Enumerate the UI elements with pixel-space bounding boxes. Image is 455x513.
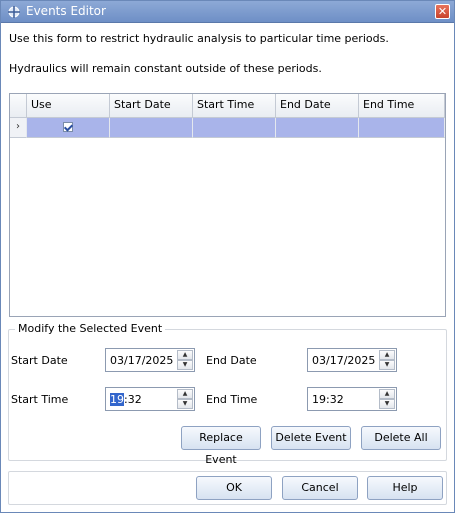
end-time-label: End Time	[206, 393, 258, 406]
start-time-hour-selected[interactable]: 19	[110, 393, 124, 406]
window-title: Events Editor	[26, 4, 106, 18]
spin-down-icon[interactable]: ▼	[379, 399, 395, 409]
start-time-value[interactable]: 19:32	[110, 393, 142, 406]
spin-up-icon[interactable]: ▲	[379, 350, 395, 360]
row-header-corner	[10, 94, 27, 118]
modify-event-title: Modify the Selected Event	[15, 322, 166, 335]
start-date-spinner[interactable]: ▲ ▼	[177, 350, 193, 370]
spin-down-icon[interactable]: ▼	[379, 360, 395, 370]
end-time-value[interactable]: 19:32	[312, 393, 344, 406]
grid-header: Use Start Date Start Time End Date End T…	[10, 94, 445, 118]
end-date-spinner[interactable]: ▲ ▼	[379, 350, 395, 370]
row-pointer-icon: ›	[10, 118, 27, 138]
start-date-picker[interactable]: 03/17/2025 ▲ ▼	[105, 348, 195, 372]
start-time-spinner[interactable]: ▲ ▼	[177, 389, 193, 409]
start-date-value[interactable]: 03/17/2025	[110, 354, 173, 367]
spin-up-icon[interactable]: ▲	[177, 350, 193, 360]
title-bar[interactable]: Events Editor ✕	[1, 1, 454, 23]
spin-up-icon[interactable]: ▲	[379, 389, 395, 399]
end-time-spinner[interactable]: ▲ ▼	[379, 389, 395, 409]
end-date-value[interactable]: 03/17/2025	[312, 354, 375, 367]
intro-text-2: Hydraulics will remain constant outside …	[9, 62, 322, 75]
replace-event-button[interactable]: Replace Event	[181, 426, 261, 466]
start-date-label: Start Date	[11, 354, 68, 367]
column-header-end-date[interactable]: End Date	[276, 94, 359, 118]
start-time-label: Start Time	[11, 393, 69, 406]
spin-down-icon[interactable]: ▼	[177, 360, 193, 370]
events-grid[interactable]: Use Start Date Start Time End Date End T…	[9, 93, 446, 317]
end-time-picker[interactable]: 19:32 ▲ ▼	[307, 387, 397, 411]
spin-up-icon[interactable]: ▲	[177, 389, 193, 399]
help-button[interactable]: Help	[367, 476, 443, 500]
delete-all-button[interactable]: Delete All	[361, 426, 441, 450]
intro-text-1: Use this form to restrict hydraulic anal…	[9, 32, 389, 45]
end-date-cell[interactable]	[276, 118, 359, 138]
ok-button[interactable]: OK	[196, 476, 272, 500]
delete-event-button[interactable]: Delete Event	[271, 426, 351, 450]
end-date-picker[interactable]: 03/17/2025 ▲ ▼	[307, 348, 397, 372]
column-header-start-date[interactable]: Start Date	[110, 94, 193, 118]
column-header-use[interactable]: Use	[27, 94, 110, 118]
start-time-picker[interactable]: 19:32 ▲ ▼	[105, 387, 195, 411]
start-time-minutes[interactable]: :32	[124, 393, 142, 406]
cancel-button[interactable]: Cancel	[282, 476, 358, 500]
spin-down-icon[interactable]: ▼	[177, 399, 193, 409]
end-time-cell[interactable]	[359, 118, 445, 138]
use-cell[interactable]	[27, 118, 110, 138]
use-checkbox[interactable]	[63, 122, 73, 132]
start-time-cell[interactable]	[193, 118, 276, 138]
close-icon[interactable]: ✕	[435, 4, 450, 19]
column-header-start-time[interactable]: Start Time	[193, 94, 276, 118]
column-header-end-time[interactable]: End Time	[359, 94, 445, 118]
app-icon	[8, 6, 20, 18]
table-row[interactable]: ›	[10, 118, 445, 138]
start-date-cell[interactable]	[110, 118, 193, 138]
end-date-label: End Date	[206, 354, 257, 367]
events-editor-window: Events Editor ✕ Use this form to restric…	[0, 0, 455, 513]
